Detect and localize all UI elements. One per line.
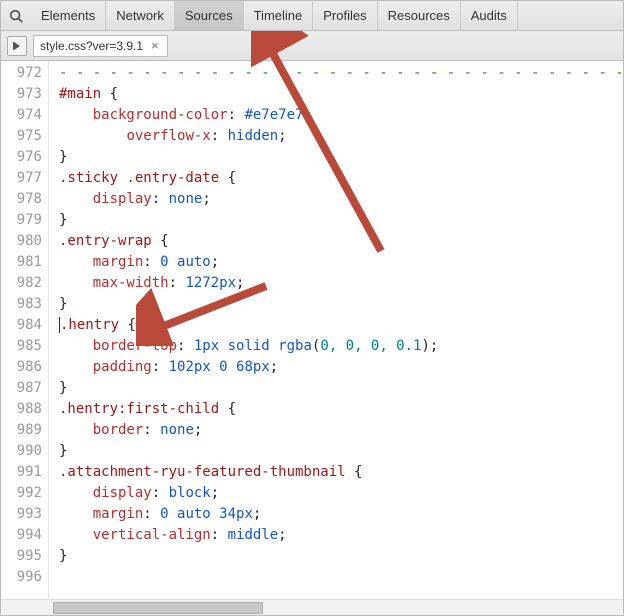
code-line[interactable]: display: block; <box>59 483 623 504</box>
line-number: 989 <box>1 420 42 441</box>
line-number: 982 <box>1 273 42 294</box>
code-line[interactable]: } <box>59 546 623 567</box>
line-number: 978 <box>1 189 42 210</box>
tab-audits[interactable]: Audits <box>461 1 518 30</box>
line-number: 995 <box>1 546 42 567</box>
line-number: 987 <box>1 378 42 399</box>
line-number: 983 <box>1 294 42 315</box>
line-number: 977 <box>1 168 42 189</box>
code-line[interactable]: background-color: #e7e7e7; <box>59 105 623 126</box>
tab-profiles[interactable]: Profiles <box>313 1 377 30</box>
line-number: 975 <box>1 126 42 147</box>
code-line[interactable]: } <box>59 378 623 399</box>
line-number-gutter: 9729739749759769779789799809819829839849… <box>1 61 49 599</box>
code-line[interactable]: } <box>59 441 623 462</box>
code-line[interactable]: - - - - - - - - - - - - - - - - - - - - … <box>59 63 623 84</box>
code-line[interactable]: border-top: 1px solid rgba(0, 0, 0, 0.1)… <box>59 336 623 357</box>
code-line[interactable]: border: none; <box>59 420 623 441</box>
line-number: 973 <box>1 84 42 105</box>
code-line[interactable] <box>59 567 623 588</box>
line-number: 980 <box>1 231 42 252</box>
line-number: 974 <box>1 105 42 126</box>
line-number: 990 <box>1 441 42 462</box>
sources-file-tabbar: style.css?ver=3.9.1 × <box>1 31 623 61</box>
close-icon[interactable]: × <box>149 38 161 53</box>
line-number: 986 <box>1 357 42 378</box>
code-line[interactable]: #main { <box>59 84 623 105</box>
code-line[interactable]: .sticky .entry-date { <box>59 168 623 189</box>
code-line[interactable]: } <box>59 147 623 168</box>
line-number: 976 <box>1 147 42 168</box>
code-editor[interactable]: 9729739749759769779789799809819829839849… <box>1 61 623 599</box>
devtools-panel-tabs: Elements Network Sources Timeline Profil… <box>1 1 623 31</box>
code-line[interactable]: } <box>59 210 623 231</box>
code-line[interactable]: .hentry { <box>59 315 623 336</box>
code-line[interactable]: overflow-x: hidden; <box>59 126 623 147</box>
line-number: 996 <box>1 567 42 588</box>
tab-resources[interactable]: Resources <box>378 1 461 30</box>
code-line[interactable]: .entry-wrap { <box>59 231 623 252</box>
line-number: 994 <box>1 525 42 546</box>
code-line[interactable]: vertical-align: middle; <box>59 525 623 546</box>
code-line[interactable]: display: none; <box>59 189 623 210</box>
line-number: 992 <box>1 483 42 504</box>
line-number: 979 <box>1 210 42 231</box>
code-line[interactable]: .hentry:first-child { <box>59 399 623 420</box>
code-line[interactable]: padding: 102px 0 68px; <box>59 357 623 378</box>
code-line[interactable]: max-width: 1272px; <box>59 273 623 294</box>
line-number: 981 <box>1 252 42 273</box>
code-line[interactable]: margin: 0 auto 34px; <box>59 504 623 525</box>
tab-elements[interactable]: Elements <box>31 1 106 30</box>
horizontal-scrollbar[interactable] <box>1 599 623 615</box>
tab-sources[interactable]: Sources <box>175 1 244 30</box>
tab-timeline[interactable]: Timeline <box>244 1 314 30</box>
line-number: 984 <box>1 315 42 336</box>
line-number: 993 <box>1 504 42 525</box>
navigator-toggle-button[interactable] <box>7 36 27 56</box>
file-tab-label: style.css?ver=3.9.1 <box>40 39 143 53</box>
search-icon[interactable] <box>5 5 27 27</box>
code-line[interactable]: } <box>59 294 623 315</box>
tab-network[interactable]: Network <box>106 1 175 30</box>
line-number: 991 <box>1 462 42 483</box>
file-tab-style-css[interactable]: style.css?ver=3.9.1 × <box>33 35 168 57</box>
scrollbar-thumb[interactable] <box>53 602 263 614</box>
line-number: 985 <box>1 336 42 357</box>
code-line[interactable]: .attachment-ryu-featured-thumbnail { <box>59 462 623 483</box>
line-number: 988 <box>1 399 42 420</box>
code-line[interactable]: margin: 0 auto; <box>59 252 623 273</box>
code-content[interactable]: - - - - - - - - - - - - - - - - - - - - … <box>49 61 623 599</box>
line-number: 972 <box>1 63 42 84</box>
